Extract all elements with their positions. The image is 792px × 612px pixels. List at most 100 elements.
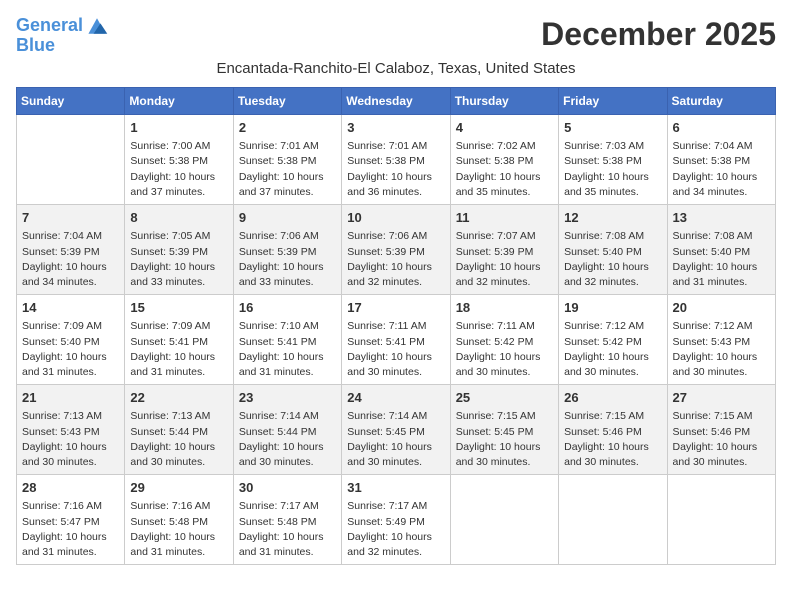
cell-content: Sunrise: 7:07 AMSunset: 5:39 PMDaylight:… [456,229,553,290]
day-number: 4 [456,119,553,137]
day-number: 1 [130,119,227,137]
day-number: 23 [239,389,336,407]
day-number: 11 [456,209,553,227]
day-number: 3 [347,119,444,137]
calendar-cell: 24Sunrise: 7:14 AMSunset: 5:45 PMDayligh… [342,385,450,475]
day-number: 30 [239,479,336,497]
day-number: 7 [22,209,119,227]
cell-content: Sunrise: 7:16 AMSunset: 5:47 PMDaylight:… [22,499,119,560]
cell-content: Sunrise: 7:15 AMSunset: 5:45 PMDaylight:… [456,409,553,470]
calendar-table: SundayMondayTuesdayWednesdayThursdayFrid… [16,87,776,565]
calendar-cell: 9 Sunrise: 7:06 AMSunset: 5:39 PMDaylight… [233,205,341,295]
cell-content: Sunrise: 7:17 AMSunset: 5:48 PMDaylight:… [239,499,336,560]
weekday-header-monday: Monday [125,88,233,115]
day-number: 19 [564,299,661,317]
cell-content: Sunrise: 7:17 AMSunset: 5:49 PMDaylight:… [347,499,444,560]
cell-content: Sunrise: 7:11 AMSunset: 5:42 PMDaylight:… [456,319,553,380]
cell-content: Sunrise: 7:08 AMSunset: 5:40 PMDaylight:… [564,229,661,290]
calendar-cell [17,115,125,205]
cell-content: Sunrise: 7:06 AMSunset: 5:39 PMDaylight:… [347,229,444,290]
calendar-cell: 16 Sunrise: 7:10 AMSunset: 5:41 PMDayligh… [233,295,341,385]
calendar-cell: 2 Sunrise: 7:01 AMSunset: 5:38 PMDaylight… [233,115,341,205]
cell-content: Sunrise: 7:04 AMSunset: 5:38 PMDaylight:… [673,139,770,200]
calendar-cell [450,475,558,565]
calendar-cell: 28 Sunrise: 7:16 AMSunset: 5:47 PMDayligh… [17,475,125,565]
calendar-cell: 21 Sunrise: 7:13 AMSunset: 5:43 PMDayligh… [17,385,125,475]
cell-content: Sunrise: 7:12 AMSunset: 5:43 PMDaylight:… [673,319,770,380]
calendar-cell: 15 Sunrise: 7:09 AMSunset: 5:41 PMDayligh… [125,295,233,385]
calendar-cell: 26 Sunrise: 7:15 AMSunset: 5:46 PMDayligh… [559,385,667,475]
cell-content: Sunrise: 7:10 AMSunset: 5:41 PMDaylight:… [239,319,336,380]
cell-content: Sunrise: 7:14 AMSunset: 5:45 PMDaylight:… [347,409,444,470]
day-number: 20 [673,299,770,317]
cell-content: Sunrise: 7:01 AMSunset: 5:38 PMDaylight:… [347,139,444,200]
month-title: December 2025 [541,16,776,53]
calendar-cell: 8Sunrise: 7:05 AMSunset: 5:39 PMDaylight… [125,205,233,295]
cell-content: Sunrise: 7:12 AMSunset: 5:42 PMDaylight:… [564,319,661,380]
weekday-header-saturday: Saturday [667,88,775,115]
cell-content: Sunrise: 7:15 AMSunset: 5:46 PMDaylight:… [673,409,770,470]
cell-content: Sunrise: 7:14 AMSunset: 5:44 PMDaylight:… [239,409,336,470]
day-number: 12 [564,209,661,227]
cell-content: Sunrise: 7:09 AMSunset: 5:41 PMDaylight:… [130,319,227,380]
calendar-cell: 12 Sunrise: 7:08 AMSunset: 5:40 PMDayligh… [559,205,667,295]
calendar-cell: 22Sunrise: 7:13 AMSunset: 5:44 PMDayligh… [125,385,233,475]
calendar-cell [667,475,775,565]
cell-content: Sunrise: 7:11 AMSunset: 5:41 PMDaylight:… [347,319,444,380]
day-number: 6 [673,119,770,137]
day-number: 10 [347,209,444,227]
day-number: 25 [456,389,553,407]
calendar-cell: 23 Sunrise: 7:14 AMSunset: 5:44 PMDayligh… [233,385,341,475]
title-section: December 2025 [541,16,776,53]
calendar-cell: 3 Sunrise: 7:01 AMSunset: 5:38 PMDaylight… [342,115,450,205]
day-number: 15 [130,299,227,317]
day-number: 18 [456,299,553,317]
cell-content: Sunrise: 7:02 AMSunset: 5:38 PMDaylight:… [456,139,553,200]
calendar-cell: 18 Sunrise: 7:11 AMSunset: 5:42 PMDayligh… [450,295,558,385]
weekday-header-sunday: Sunday [17,88,125,115]
day-number: 22 [130,389,227,407]
calendar-cell: 7 Sunrise: 7:04 AMSunset: 5:39 PMDaylight… [17,205,125,295]
calendar-cell: 6 Sunrise: 7:04 AMSunset: 5:38 PMDaylight… [667,115,775,205]
calendar-cell: 4 Sunrise: 7:02 AMSunset: 5:38 PMDaylight… [450,115,558,205]
day-number: 2 [239,119,336,137]
day-number: 21 [22,389,119,407]
day-number: 26 [564,389,661,407]
calendar-cell: 29 Sunrise: 7:16 AMSunset: 5:48 PMDayligh… [125,475,233,565]
calendar-cell: 10 Sunrise: 7:06 AMSunset: 5:39 PMDayligh… [342,205,450,295]
calendar-cell [559,475,667,565]
cell-content: Sunrise: 7:04 AMSunset: 5:39 PMDaylight:… [22,229,119,290]
location-title: Encantada-Ranchito-El Calaboz, Texas, Un… [16,60,776,77]
logo-text: General Blue [16,16,109,56]
day-number: 28 [22,479,119,497]
day-number: 16 [239,299,336,317]
cell-content: Sunrise: 7:01 AMSunset: 5:38 PMDaylight:… [239,139,336,200]
day-number: 29 [130,479,227,497]
logo: General Blue [16,16,109,56]
calendar-cell: 13 Sunrise: 7:08 AMSunset: 5:40 PMDayligh… [667,205,775,295]
calendar-cell: 1 Sunrise: 7:00 AMSunset: 5:38 PMDaylight… [125,115,233,205]
calendar-cell: 17 Sunrise: 7:11 AMSunset: 5:41 PMDayligh… [342,295,450,385]
day-number: 9 [239,209,336,227]
calendar-cell: 19 Sunrise: 7:12 AMSunset: 5:42 PMDayligh… [559,295,667,385]
calendar-cell: 14Sunrise: 7:09 AMSunset: 5:40 PMDayligh… [17,295,125,385]
day-number: 13 [673,209,770,227]
calendar-cell: 27Sunrise: 7:15 AMSunset: 5:46 PMDayligh… [667,385,775,475]
cell-content: Sunrise: 7:15 AMSunset: 5:46 PMDaylight:… [564,409,661,470]
calendar-cell: 30 Sunrise: 7:17 AMSunset: 5:48 PMDayligh… [233,475,341,565]
day-number: 17 [347,299,444,317]
cell-content: Sunrise: 7:13 AMSunset: 5:43 PMDaylight:… [22,409,119,470]
cell-content: Sunrise: 7:03 AMSunset: 5:38 PMDaylight:… [564,139,661,200]
cell-content: Sunrise: 7:09 AMSunset: 5:40 PMDaylight:… [22,319,119,380]
weekday-header-thursday: Thursday [450,88,558,115]
weekday-header-friday: Friday [559,88,667,115]
cell-content: Sunrise: 7:00 AMSunset: 5:38 PMDaylight:… [130,139,227,200]
day-number: 5 [564,119,661,137]
calendar-cell: 31Sunrise: 7:17 AMSunset: 5:49 PMDayligh… [342,475,450,565]
calendar-cell: 5 Sunrise: 7:03 AMSunset: 5:38 PMDaylight… [559,115,667,205]
cell-content: Sunrise: 7:06 AMSunset: 5:39 PMDaylight:… [239,229,336,290]
calendar-cell: 25 Sunrise: 7:15 AMSunset: 5:45 PMDayligh… [450,385,558,475]
cell-content: Sunrise: 7:08 AMSunset: 5:40 PMDaylight:… [673,229,770,290]
day-number: 8 [130,209,227,227]
cell-content: Sunrise: 7:16 AMSunset: 5:48 PMDaylight:… [130,499,227,560]
